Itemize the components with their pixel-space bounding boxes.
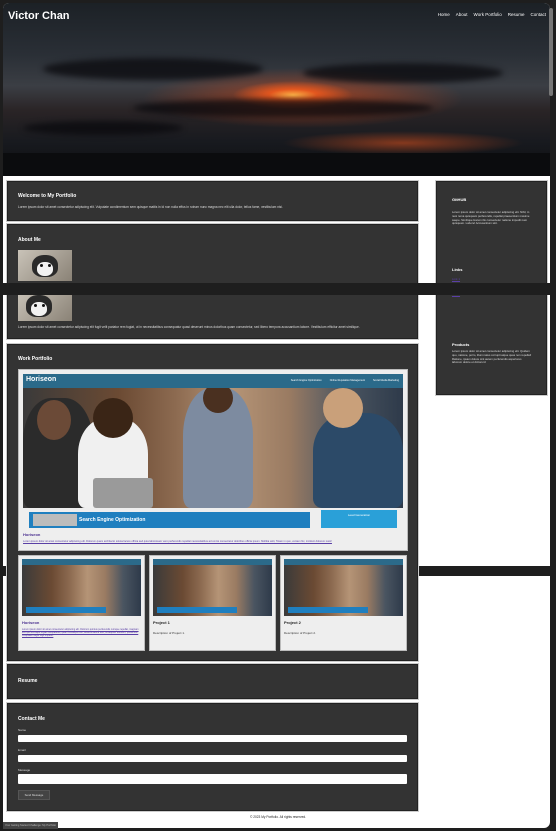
- github-title: GitHUB: [452, 197, 467, 202]
- project-thumb: [284, 559, 403, 616]
- project-card[interactable]: Project 1 Description of Project 1.: [149, 555, 276, 651]
- shot-cta-image: [33, 514, 77, 526]
- project-card[interactable]: Horiseon Lorem ipsum dolor sit amet cons…: [18, 555, 145, 651]
- shot-header: Horiseon Search Engine Optimization Onli…: [23, 374, 403, 388]
- nav-home[interactable]: Home: [438, 12, 450, 17]
- hero-horizon: [3, 153, 550, 176]
- portfolio-section: Work Portfolio Horiseon Search Engine Op…: [7, 344, 418, 661]
- project-desc[interactable]: Lorem ipsum dolor sit amet consectetur a…: [22, 628, 140, 637]
- shot-nav-item: Social Media Marketing: [373, 379, 399, 382]
- hero-cloud: [303, 63, 503, 83]
- shot-nav: Search Engine Optimization Online Reputa…: [291, 379, 399, 382]
- email-field[interactable]: [18, 755, 407, 762]
- shot-nav-item: Search Engine Optimization: [290, 379, 322, 382]
- name-field[interactable]: [18, 735, 407, 742]
- featured-project-card[interactable]: Horiseon Search Engine Optimization Onli…: [18, 369, 408, 551]
- project-desc: Description of Project 1.: [153, 631, 185, 635]
- shot-brand: Horiseon: [26, 376, 57, 383]
- resume-section: Resume: [7, 664, 418, 699]
- links-title: Links: [452, 267, 463, 272]
- products-text: Lorem ipsum dolor sit amet consectetur a…: [452, 349, 532, 365]
- welcome-section: Welcome to My Portfolio Lorem ipsum dolo…: [7, 181, 418, 221]
- nav-resume[interactable]: Resume: [508, 12, 525, 17]
- site-brand[interactable]: Victor Chan: [8, 10, 70, 22]
- email-label: Email: [18, 748, 26, 752]
- message-field[interactable]: [18, 774, 407, 784]
- shot-hero-photo: [23, 388, 403, 508]
- about-section: About Me Lorem ipsum dolor sit amet cons…: [7, 224, 418, 339]
- project-desc: Description of Project 2.: [284, 631, 316, 635]
- hero-banner: [3, 3, 550, 176]
- footer-copyright: © 2023 My Portfolio. All rights reserved…: [249, 815, 307, 819]
- hero-cloud: [133, 99, 433, 117]
- contact-section: Contact Me Name Email Message Send Messa…: [7, 703, 418, 811]
- nav-contact[interactable]: Contact: [530, 12, 546, 17]
- products-title: Products: [452, 342, 470, 347]
- about-dog-photo: [18, 291, 72, 321]
- status-bar-text: Your Getting Started Challenge: My Portf…: [3, 822, 58, 829]
- portfolio-title: Work Portfolio: [18, 356, 53, 362]
- section-divider: [0, 283, 556, 295]
- project-thumb: [153, 559, 272, 616]
- project-name: Project 2: [284, 620, 301, 625]
- scrollbar-thumb[interactable]: [549, 8, 553, 96]
- hero-cloud: [23, 121, 183, 135]
- name-label: Name: [18, 728, 27, 732]
- welcome-title: Welcome to My Portfolio: [18, 193, 77, 199]
- about-text: Lorem ipsum dolor sit amet consectetur a…: [18, 325, 360, 329]
- project-card[interactable]: Project 2 Description of Project 2.: [280, 555, 407, 651]
- project-name: Horiseon: [22, 620, 40, 625]
- nav-work-portfolio[interactable]: Work Portfolio: [474, 12, 502, 17]
- resume-title: Resume: [18, 678, 38, 684]
- github-text: Lorem ipsum dolor sit amet consectetur a…: [452, 210, 530, 226]
- project-thumb: [22, 559, 141, 616]
- hero-cloud: [43, 58, 263, 80]
- shot-cta-secondary: Lead Generation: [321, 510, 397, 528]
- message-label: Message: [18, 768, 31, 772]
- project-name: Project 1: [153, 620, 170, 625]
- featured-project-name: Horiseon: [23, 532, 41, 537]
- main-nav: Home About Work Portfolio Resume Contact: [438, 12, 546, 17]
- contact-title: Contact Me: [18, 716, 45, 722]
- send-message-button[interactable]: Send Message: [18, 790, 50, 800]
- welcome-text: Lorem ipsum dolor sit amet consectetur a…: [18, 205, 283, 209]
- about-title: About Me: [18, 237, 41, 243]
- nav-about[interactable]: About: [456, 12, 468, 17]
- featured-project-link[interactable]: Lorem ipsum dolor sit amet consectetur a…: [23, 540, 403, 543]
- about-dog-photo: [18, 250, 72, 281]
- shot-nav-item: Online Reputation Management: [329, 379, 366, 382]
